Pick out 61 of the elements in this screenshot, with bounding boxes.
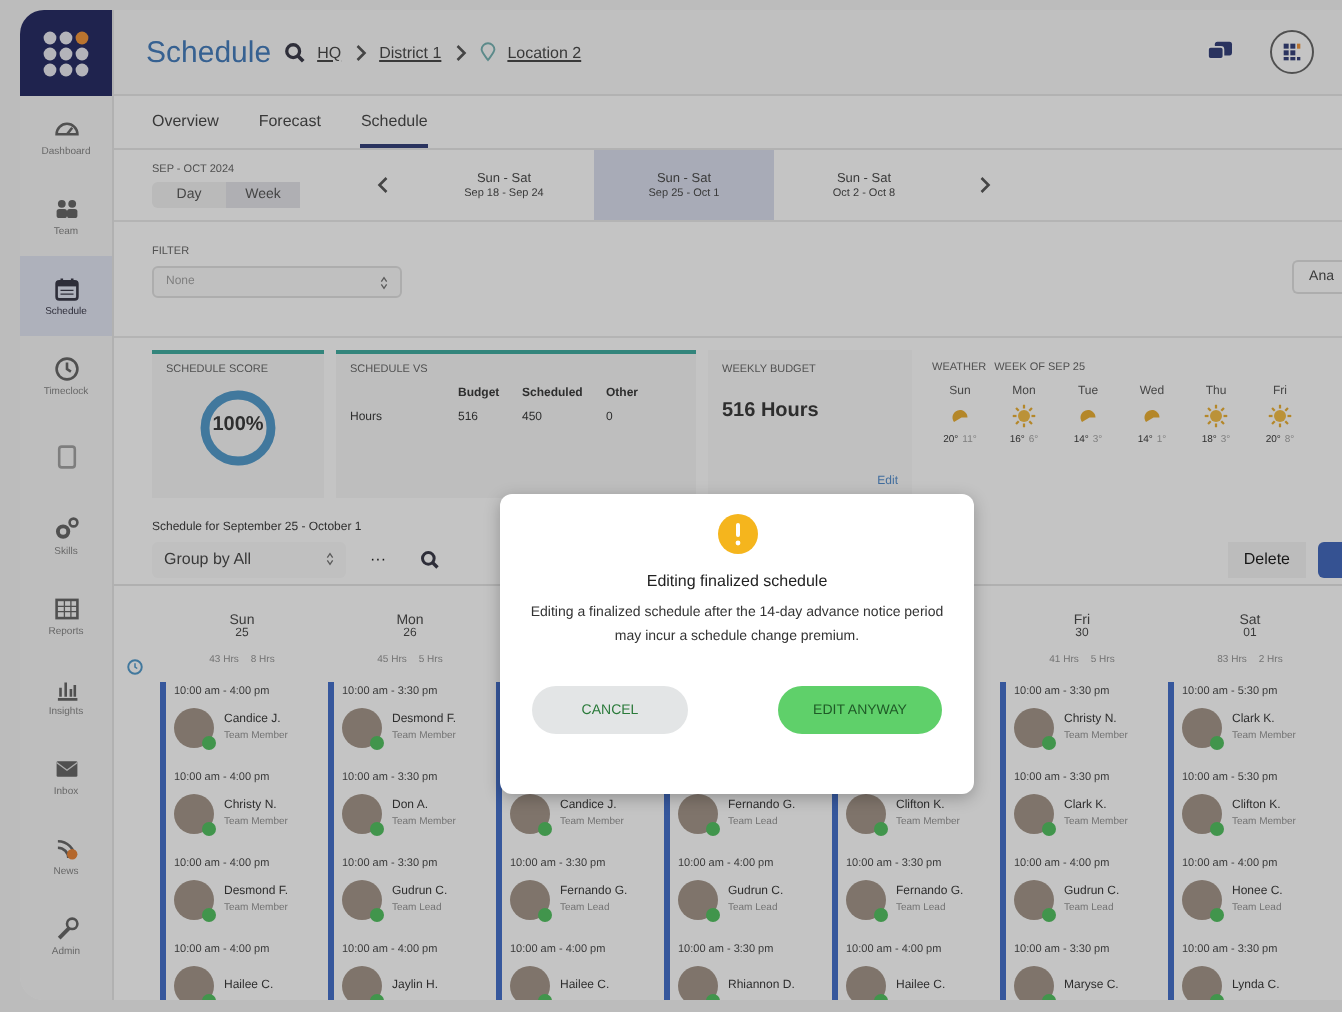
document-icon bbox=[53, 443, 79, 469]
sort-arrows-icon bbox=[326, 552, 334, 566]
online-dot bbox=[1210, 822, 1224, 836]
clock-icon bbox=[53, 355, 79, 381]
calendar-icon bbox=[53, 275, 79, 301]
clock-icon bbox=[126, 658, 144, 676]
online-dot bbox=[1210, 908, 1224, 922]
breadcrumb-link[interactable]: District 1 bbox=[379, 43, 442, 61]
gears-icon bbox=[53, 515, 79, 541]
online-dot bbox=[202, 736, 216, 750]
online-dot bbox=[874, 822, 888, 836]
online-dot bbox=[370, 736, 384, 750]
online-dot bbox=[1042, 736, 1056, 750]
chevron-right-icon bbox=[978, 176, 992, 194]
search-icon bbox=[420, 549, 440, 569]
budget-value: 516 Hours bbox=[722, 400, 821, 422]
online-dot bbox=[370, 822, 384, 836]
sun-icon bbox=[1012, 404, 1036, 428]
tab[interactable]: Schedule bbox=[360, 112, 428, 148]
sun-icon bbox=[1204, 404, 1228, 428]
online-dot bbox=[1210, 736, 1224, 750]
online-dot bbox=[1042, 908, 1056, 922]
people-icon bbox=[53, 195, 79, 221]
online-dot bbox=[538, 908, 552, 922]
dots-grid-icon bbox=[42, 29, 90, 77]
online-dot bbox=[706, 822, 720, 836]
chat-bubbles-icon bbox=[1206, 40, 1234, 64]
group-by-select[interactable]: Group by All bbox=[152, 541, 346, 577]
partial-sun-icon bbox=[948, 404, 972, 428]
chevron-right-icon bbox=[453, 43, 468, 61]
wrench-icon bbox=[53, 915, 79, 941]
table-icon bbox=[53, 595, 79, 621]
online-dot bbox=[706, 908, 720, 922]
map-pin-icon bbox=[479, 42, 496, 62]
sort-arrows-icon bbox=[380, 275, 388, 289]
page-title: Schedule bbox=[146, 35, 272, 69]
search-icon bbox=[283, 41, 306, 63]
chevron-left-icon bbox=[376, 176, 390, 194]
warning-icon bbox=[717, 514, 757, 554]
partial-sun-icon bbox=[1140, 404, 1164, 428]
online-dot bbox=[1042, 822, 1056, 836]
delete-button[interactable]: Delete bbox=[1227, 541, 1306, 577]
feed-icon bbox=[53, 835, 79, 861]
primary-button[interactable] bbox=[1318, 541, 1342, 577]
breadcrumb-link[interactable]: HQ bbox=[317, 43, 342, 61]
tab[interactable]: Forecast bbox=[258, 112, 321, 148]
online-dot bbox=[538, 822, 552, 836]
online-dot bbox=[874, 908, 888, 922]
partial-sun-icon bbox=[1076, 404, 1100, 428]
breadcrumb-link[interactable]: Location 2 bbox=[507, 43, 582, 61]
apps-button[interactable] bbox=[1270, 30, 1314, 74]
chevron-right-icon bbox=[353, 43, 368, 61]
online-dot bbox=[202, 822, 216, 836]
online-dot bbox=[202, 908, 216, 922]
more-button[interactable]: ··· bbox=[358, 541, 398, 577]
envelope-icon bbox=[53, 755, 79, 781]
sun-icon bbox=[1268, 404, 1292, 428]
online-dot bbox=[370, 908, 384, 922]
dialog-title: Editing finalized schedule bbox=[646, 572, 828, 590]
grid-icon bbox=[1282, 42, 1302, 62]
tab[interactable]: Overview bbox=[152, 112, 219, 148]
